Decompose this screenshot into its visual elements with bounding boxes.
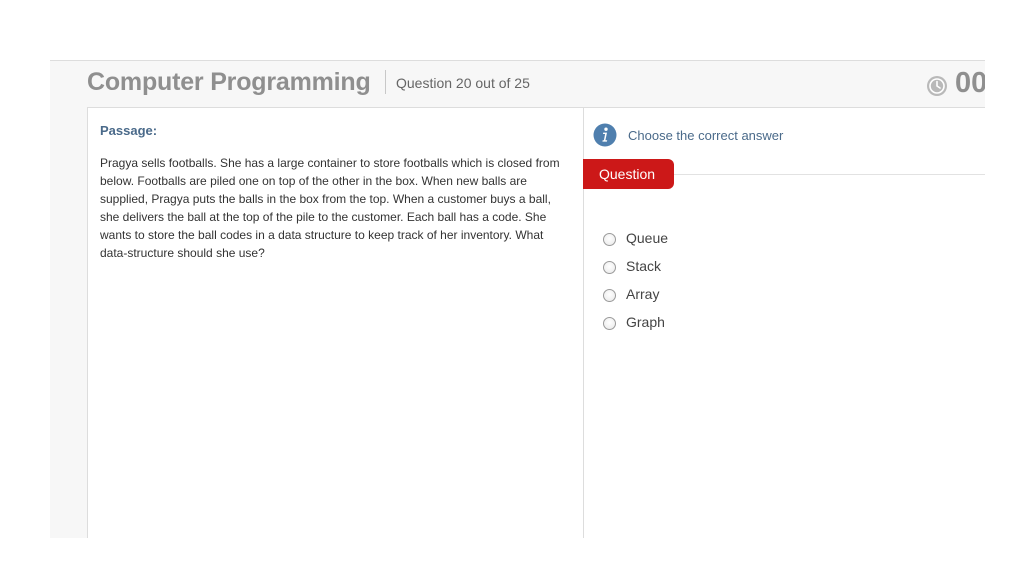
answer-option-queue[interactable]: Queue [603,229,803,257]
question-counter: Question 20 out of 25 [396,75,530,91]
passage-panel: Passage: Pragya sells footballs. She has… [87,107,583,538]
option-label[interactable]: Stack [626,258,661,274]
timer-display: 00 [955,67,985,99]
passage-label: Passage: [100,123,158,138]
radio-button[interactable] [603,261,616,274]
header-divider [385,70,386,94]
test-header: Computer Programming Question 20 out of … [50,61,985,107]
passage-text: Pragya sells footballs. She has a large … [100,156,560,260]
option-label[interactable]: Queue [626,230,668,246]
radio-button[interactable] [603,289,616,302]
test-window: Computer Programming Question 20 out of … [50,0,985,538]
info-icon [593,123,617,147]
question-tab: Question [583,159,674,189]
answer-option-graph[interactable]: Graph [603,313,803,341]
answer-option-array[interactable]: Array [603,285,803,313]
instruction-text: Choose the correct answer [628,128,784,143]
top-bar [50,0,985,61]
option-label[interactable]: Array [626,286,659,302]
question-divider [669,174,985,175]
question-panel: Choose the correct answer Question Queue… [583,107,985,538]
answer-option-stack[interactable]: Stack [603,257,803,285]
radio-button[interactable] [603,233,616,246]
clock-icon [927,76,947,96]
answer-options: Queue Stack Array Graph [603,229,803,341]
question-tab-label: Question [599,166,656,182]
page-title: Computer Programming [87,68,371,96]
radio-button[interactable] [603,317,616,330]
option-label[interactable]: Graph [626,314,665,330]
